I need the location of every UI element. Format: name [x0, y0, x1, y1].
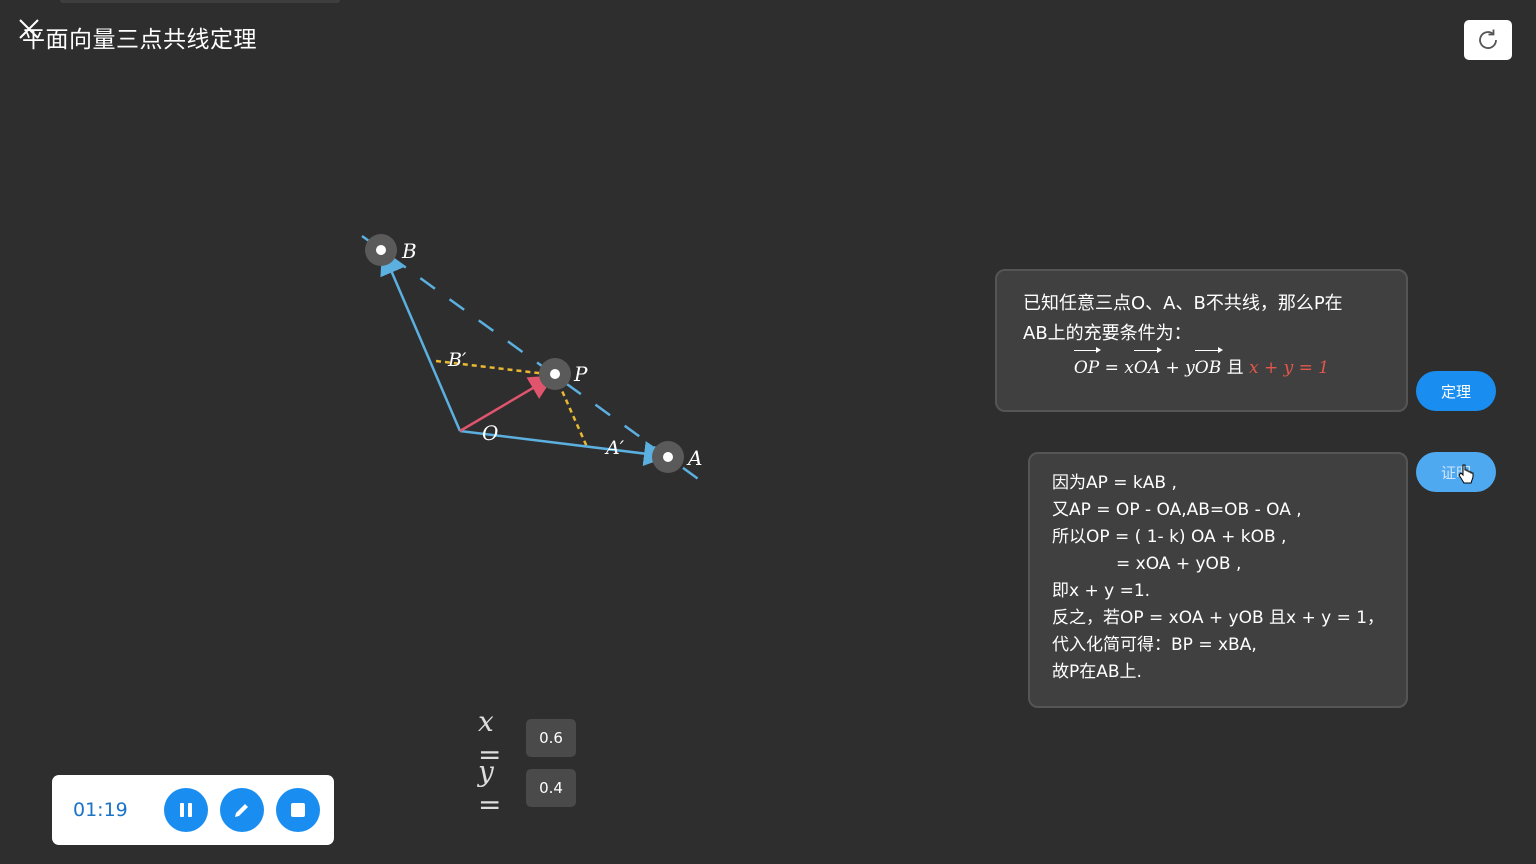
proof-line-3: 所以OP = ( 1- k) OA + kOB ,	[1052, 527, 1287, 547]
timer: 01:19	[73, 799, 128, 821]
vec-op: OP	[1073, 347, 1102, 383]
proof-line-2: 又AP = OP - OA,AB=OB - OA ,	[1052, 500, 1302, 520]
proof-line-1: 因为AP = kAB ,	[1052, 473, 1177, 493]
proof-line-8: 故P在AB上.	[1052, 662, 1142, 682]
label-A-prime: A′	[604, 437, 625, 459]
pause-icon	[180, 803, 192, 817]
formula-eq: = x	[1099, 358, 1134, 378]
stop-icon	[291, 803, 305, 817]
theorem-card: 已知任意三点O、A、B不共线，那么P在 AB上的充要条件为： OP = xOA …	[995, 269, 1408, 412]
label-B: B	[401, 239, 417, 263]
player-bar: 01:19	[52, 775, 334, 845]
label-O: O	[482, 421, 498, 445]
theorem-formula: OP = xOA + yOB 且 x + y = 1	[1023, 347, 1380, 383]
proof-line-7: 代入化简可得：BP = xBA,	[1052, 635, 1257, 655]
vector-OP	[459, 375, 555, 433]
proof-card: 因为AP = kAB , 又AP = OP - OA,AB=OB - OA , …	[1028, 452, 1408, 708]
formula-plus: + y	[1160, 358, 1195, 378]
theorem-button[interactable]: 定理	[1416, 371, 1496, 411]
label-A: A	[686, 446, 702, 470]
param-y: y = 0.4	[478, 755, 576, 821]
x-input[interactable]: 0.6	[526, 719, 576, 757]
point-A	[663, 452, 673, 462]
point-B	[376, 245, 386, 255]
formula-and: 且	[1221, 358, 1250, 378]
hand-cursor-icon	[1458, 464, 1474, 484]
proof-line-5: 即x + y =1.	[1052, 581, 1151, 601]
refresh-button[interactable]	[1464, 20, 1512, 60]
vec-ob: OB	[1194, 347, 1224, 383]
proof-line-4: = xOA + yOB ,	[1116, 554, 1242, 574]
proof-line-6: 反之，若OP = xOA + yOB 且x + y = 1，	[1052, 608, 1385, 628]
label-B-prime: B′	[447, 349, 467, 371]
draw-button[interactable]	[220, 788, 264, 832]
proof-button[interactable]: 证明	[1416, 452, 1496, 492]
refresh-icon	[1479, 29, 1497, 49]
theorem-line1: 已知任意三点O、A、B不共线，那么P在	[1023, 293, 1343, 314]
stop-button[interactable]	[276, 788, 320, 832]
theorem-line2: AB上的充要条件为：	[1023, 323, 1192, 344]
pause-button[interactable]	[164, 788, 208, 832]
label-P: P	[573, 362, 588, 386]
point-P	[550, 369, 560, 379]
y-input[interactable]: 0.4	[526, 769, 576, 807]
formula-condition: x + y = 1	[1249, 358, 1330, 378]
vector-diagram: B P A O B′ A′	[361, 234, 709, 488]
pencil-icon	[235, 804, 248, 817]
y-label: y =	[478, 755, 502, 821]
vec-oa: OA	[1133, 347, 1163, 383]
